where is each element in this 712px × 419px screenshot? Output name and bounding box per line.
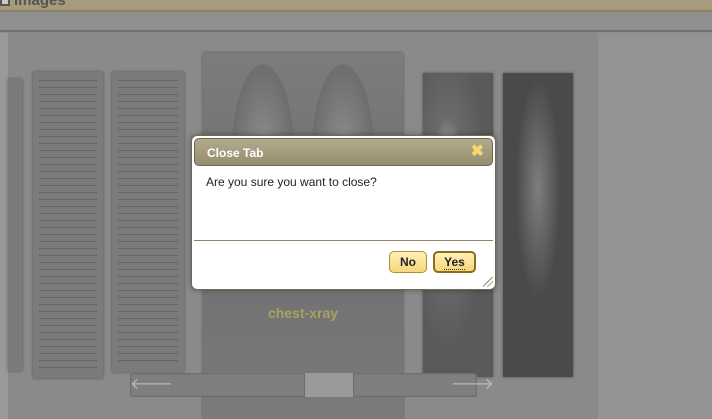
divider [0, 30, 712, 32]
right-pane [598, 33, 712, 419]
resize-grip-icon[interactable] [483, 277, 493, 287]
dialog-titlebar[interactable]: Close Tab ✖ [194, 138, 493, 166]
left-edge [0, 33, 8, 419]
cover-item-table[interactable] [112, 72, 184, 372]
cover-item-doc-far-left[interactable] [8, 79, 22, 371]
image-icon [0, 0, 10, 6]
document-lines [39, 80, 97, 368]
dialog-title: Close Tab [207, 146, 264, 160]
top-header: Images [0, 0, 712, 12]
scroll-right-arrow-icon[interactable]: 🡒 [451, 373, 494, 397]
close-tab-dialog: Close Tab ✖ Are you sure you want to clo… [191, 135, 496, 290]
yes-button-label: Yes [444, 255, 465, 270]
no-button[interactable]: No [389, 251, 427, 273]
document-lines [118, 80, 178, 362]
header-title: Images [14, 0, 66, 9]
dialog-message: Are you sure you want to close? [206, 175, 377, 189]
scroll-thumb[interactable] [304, 373, 354, 397]
header-gap [0, 12, 712, 30]
cover-item-doc-left[interactable] [33, 72, 103, 378]
yes-button[interactable]: Yes [433, 251, 476, 273]
coverflow-scrollbar[interactable]: 🡐 🡒 [130, 373, 494, 397]
close-icon[interactable]: ✖ [471, 143, 484, 161]
cover-item-mri[interactable] [503, 73, 573, 377]
dialog-divider [194, 240, 493, 241]
scroll-left-arrow-icon[interactable]: 🡐 [130, 373, 173, 397]
cover-caption: chest-xray [267, 305, 339, 321]
